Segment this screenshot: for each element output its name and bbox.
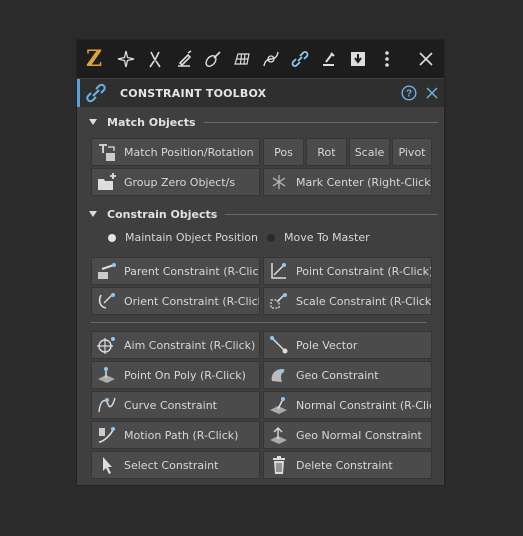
match-pos-button[interactable]: Pos bbox=[263, 138, 304, 166]
collapse-arrow-icon[interactable] bbox=[89, 119, 97, 125]
constraint-toolbox-panel: Z CONSTRAINT TOOLBOX ? Match Objects Mat… bbox=[76, 39, 445, 486]
match-position-rotation-button[interactable]: Match Position/Rotation bbox=[91, 138, 260, 166]
link-icon bbox=[80, 83, 112, 103]
point-on-poly-button[interactable]: Point On Poly (R-Click) bbox=[91, 361, 260, 389]
pole-vector-button[interactable]: Pole Vector bbox=[263, 331, 432, 359]
radio-unselected-icon bbox=[267, 233, 275, 242]
divider bbox=[225, 213, 438, 215]
button-label: Normal Constraint (R-Click) bbox=[296, 398, 432, 412]
orient-constraint-button[interactable]: Orient Constraint (R-Click) bbox=[91, 287, 260, 315]
radio-selected-icon bbox=[108, 233, 116, 242]
button-label: Group Zero Object/s bbox=[124, 175, 236, 189]
curve-constraint-icon bbox=[92, 395, 122, 415]
paint-bucket-icon[interactable] bbox=[169, 40, 198, 78]
point-constraint-button[interactable]: Point Constraint (R-Click) bbox=[263, 257, 432, 285]
match-scale-button[interactable]: Scale bbox=[349, 138, 390, 166]
folder-plus-icon bbox=[92, 172, 122, 192]
button-label: Point On Poly (R-Click) bbox=[124, 368, 246, 382]
button-label: Select Constraint bbox=[124, 458, 219, 472]
move-to-master-radio[interactable]: Move To Master bbox=[267, 231, 370, 244]
asterisk-icon bbox=[264, 173, 294, 191]
button-label: Point Constraint (R-Click) bbox=[296, 264, 432, 278]
collapse-arrow-icon[interactable] bbox=[89, 211, 97, 217]
match-objects-header[interactable]: Match Objects bbox=[77, 113, 444, 131]
match-pivot-button[interactable]: Pivot bbox=[392, 138, 432, 166]
toolbox-title-bar: CONSTRAINT TOOLBOX ? bbox=[77, 79, 444, 107]
aim-constraint-icon bbox=[92, 335, 122, 355]
button-label: Orient Constraint (R-Click) bbox=[124, 294, 260, 308]
svg-text:?: ? bbox=[406, 89, 412, 100]
group-zero-button[interactable]: Group Zero Object/s bbox=[91, 168, 260, 196]
toolbox-title: CONSTRAINT TOOLBOX bbox=[120, 86, 267, 100]
link-icon[interactable] bbox=[285, 40, 314, 78]
point-on-poly-icon bbox=[92, 365, 122, 385]
motion-path-button[interactable]: Motion Path (R-Click) bbox=[91, 421, 260, 449]
brush-icon[interactable] bbox=[198, 40, 227, 78]
geo-constraint-icon bbox=[264, 365, 294, 385]
button-label: Delete Constraint bbox=[296, 458, 393, 472]
help-icon[interactable]: ? bbox=[398, 85, 420, 101]
scale-constraint-button[interactable]: Scale Constraint (R-Click) bbox=[263, 287, 432, 315]
download-icon[interactable] bbox=[343, 40, 372, 78]
aim-constraint-button[interactable]: Aim Constraint (R-Click) bbox=[91, 331, 260, 359]
button-label: Curve Constraint bbox=[124, 398, 217, 412]
button-label: Pivot bbox=[398, 145, 426, 159]
section-title: Match Objects bbox=[107, 115, 196, 129]
parent-constraint-button[interactable]: Parent Constraint (R-Click) bbox=[91, 257, 260, 285]
joint-icon[interactable] bbox=[314, 40, 343, 78]
match-transform-icon bbox=[92, 141, 122, 163]
trash-icon bbox=[264, 455, 294, 475]
divider bbox=[203, 121, 438, 123]
orient-constraint-icon bbox=[92, 291, 122, 311]
section-title: Constrain Objects bbox=[107, 207, 218, 221]
close-icon[interactable] bbox=[420, 87, 444, 99]
geo-normal-constraint-button[interactable]: Geo Normal Constraint bbox=[263, 421, 432, 449]
geo-normal-constraint-icon bbox=[264, 425, 294, 445]
tool-icon-bar: Z bbox=[77, 40, 444, 78]
z-logo-icon[interactable]: Z bbox=[77, 40, 111, 78]
divider bbox=[91, 322, 427, 323]
pole-vector-icon bbox=[264, 335, 294, 355]
button-label: Aim Constraint (R-Click) bbox=[124, 338, 256, 352]
button-label: Match Position/Rotation bbox=[124, 145, 254, 159]
constrain-objects-header[interactable]: Constrain Objects bbox=[77, 205, 444, 223]
grid-icon[interactable] bbox=[227, 40, 256, 78]
button-label: Rot bbox=[317, 145, 336, 159]
button-label: Pos bbox=[274, 145, 293, 159]
motion-path-icon bbox=[92, 425, 122, 445]
geo-constraint-button[interactable]: Geo Constraint bbox=[263, 361, 432, 389]
radio-label: Maintain Object Position bbox=[125, 231, 258, 244]
star-icon[interactable] bbox=[111, 40, 140, 78]
close-icon[interactable] bbox=[408, 40, 444, 78]
button-label: Motion Path (R-Click) bbox=[124, 428, 239, 442]
button-label: Geo Constraint bbox=[296, 368, 379, 382]
point-constraint-icon bbox=[264, 261, 294, 281]
normal-constraint-icon bbox=[264, 395, 294, 415]
button-label: Scale Constraint (R-Click) bbox=[296, 294, 432, 308]
mark-center-button[interactable]: Mark Center (Right-Click) bbox=[263, 168, 432, 196]
button-label: Parent Constraint (R-Click) bbox=[124, 264, 260, 278]
cursor-icon bbox=[92, 455, 122, 475]
curve-constraint-button[interactable]: Curve Constraint bbox=[91, 391, 260, 419]
button-label: Scale bbox=[354, 145, 385, 159]
radio-label: Move To Master bbox=[284, 231, 370, 244]
delete-constraint-button[interactable]: Delete Constraint bbox=[263, 451, 432, 479]
maintain-position-radio[interactable]: Maintain Object Position bbox=[108, 231, 258, 244]
scale-constraint-icon bbox=[264, 291, 294, 311]
normal-constraint-button[interactable]: Normal Constraint (R-Click) bbox=[263, 391, 432, 419]
match-rot-button[interactable]: Rot bbox=[306, 138, 347, 166]
select-constraint-button[interactable]: Select Constraint bbox=[91, 451, 260, 479]
more-icon[interactable] bbox=[372, 40, 401, 78]
button-label: Pole Vector bbox=[296, 338, 358, 352]
tweezers-icon[interactable] bbox=[140, 40, 169, 78]
parent-constraint-icon bbox=[92, 261, 122, 281]
button-label: Mark Center (Right-Click) bbox=[296, 175, 432, 189]
button-label: Geo Normal Constraint bbox=[296, 428, 422, 442]
curve-icon[interactable] bbox=[256, 40, 285, 78]
